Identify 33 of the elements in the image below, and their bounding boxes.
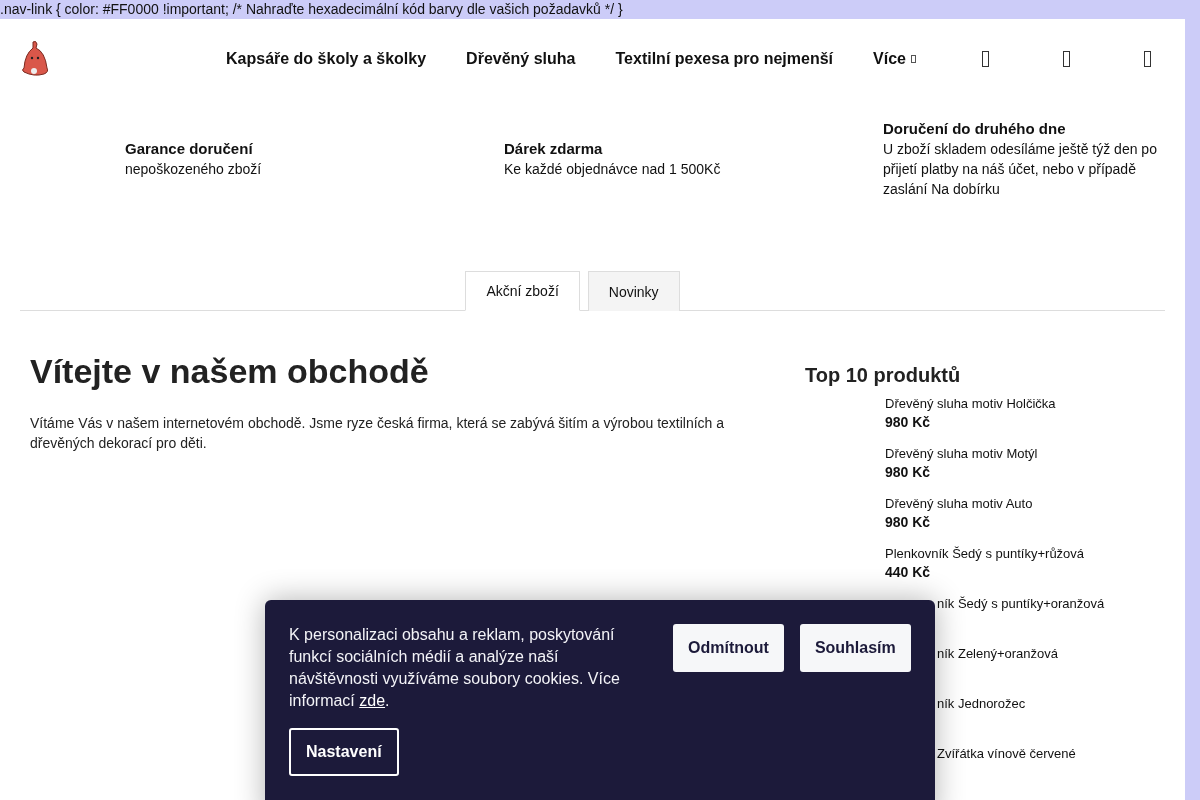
benefit-title: Garance doručení [125, 139, 254, 159]
welcome-text: Vítáme Vás v našem internetovém obchodě. Jsme ryze česká firma, která se zabývá šitím a výrobou textilních a dřevěných dekorací pro děti. [30, 414, 726, 453]
css-code-text: .nav-link { color: #FF0000 !important; /* Nahraďte hexadecimální kód barvy dle vašich požadavků */ } [0, 1, 623, 17]
top-products-heading: Top 10 produktů [805, 364, 962, 387]
product-link[interactable]: Dřevěný sluha motiv Auto [885, 495, 1105, 513]
benefit-text: Ke každé objednávce nad 1 500Kč [504, 160, 722, 179]
settings-button[interactable]: Nastavení [289, 728, 399, 776]
tab[interactable]: Novinky [587, 271, 680, 311]
product-link[interactable]: ník Šedý s puntíky+oranžová [937, 595, 1105, 613]
product-link[interactable]: Dřevěný sluha motiv Motýl [885, 445, 1105, 463]
benefit-text: nepoškozeného zboží [125, 160, 263, 179]
product-price: 980 Kč [885, 513, 932, 531]
more-info-link[interactable]: zde [359, 692, 386, 709]
more-menu-link[interactable]: Více [873, 50, 916, 68]
benefit-title: Dárek zdarma [504, 139, 604, 159]
nav-link[interactable]: Kapsáře do školy a školky [226, 50, 427, 68]
product-price: 980 Kč [885, 413, 932, 431]
product-price: 980 Kč [885, 463, 932, 481]
cookie-button[interactable]: Souhlasím [799, 624, 911, 672]
product-link[interactable]: Plenkovník Šedý s puntíky+růžová [885, 545, 1105, 563]
benefit-text: U zboží skladem odesíláme ještě týž den po přijetí platby na náš účet, nebo v případě zaslání Na dobírku [883, 140, 1158, 199]
cookie-button[interactable]: Odmítnout [673, 624, 784, 672]
product-link[interactable]: Dřevěný sluha motiv Holčička [885, 395, 1105, 413]
nav-link[interactable]: Dřevěný sluha [466, 50, 576, 68]
cookie-notice-text: K personalizaci obsahu a reklam, poskytování funkcí sociálních médií a analýze naší návštěvnosti využíváme soubory cookies. Více informací zde. [289, 625, 621, 711]
benefit-title: Doručení do druhého dne [883, 119, 1067, 139]
product-price: 440 Kč [885, 563, 932, 581]
tab[interactable]: Akční zboží [465, 271, 580, 311]
product-link[interactable]: ník Zelený+oranžová [937, 645, 1105, 663]
welcome-heading: Vítejte v našem obchodě [30, 351, 430, 391]
nav-link[interactable]: Textilní pexesa pro nejmenší [615, 50, 834, 68]
product-link[interactable]: Zvířátka vínově červené [937, 745, 1105, 763]
product-link[interactable]: ník Jednorožec [937, 695, 1105, 713]
